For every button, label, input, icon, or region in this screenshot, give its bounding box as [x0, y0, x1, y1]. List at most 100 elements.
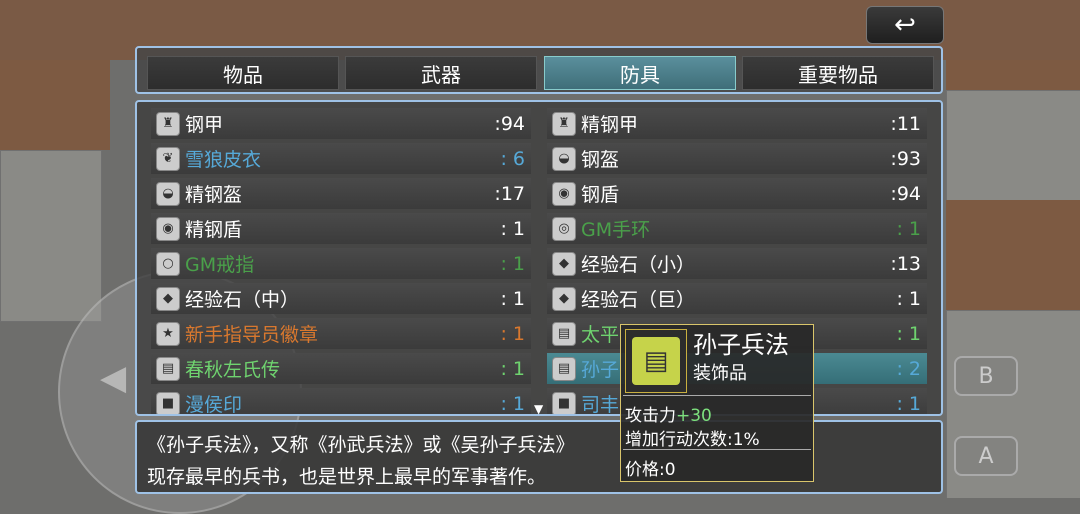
tooltip-divider — [623, 395, 811, 396]
b-button[interactable]: B — [954, 356, 1018, 396]
ring-icon: ○ — [156, 251, 180, 276]
inventory-item-row[interactable]: ▤ 春秋左氏传: 1 — [151, 353, 531, 384]
tooltip-type: 装饰品 — [693, 363, 747, 384]
background-tile — [0, 150, 102, 322]
stat-attack: 攻击力+30 — [625, 401, 712, 426]
armor-icon: ♜ — [552, 111, 576, 136]
item-count: : 1 — [500, 357, 525, 380]
item-name: 经验石（巨） — [581, 289, 696, 311]
badge-icon: ★ — [156, 321, 180, 346]
book-icon: ▤ — [156, 356, 180, 381]
shield-icon: ◉ — [156, 216, 180, 241]
inventory-item-row[interactable]: ◆ 经验石（巨） : 1 — [547, 283, 927, 314]
exp-stone-icon: ◆ — [552, 251, 576, 276]
background-wood — [946, 200, 1080, 310]
description-line-2: 现存最早的兵书，也是世界上最早的军事著作。 — [147, 466, 547, 488]
inventory-item-row[interactable]: ◆ 经验石（中） : 1 — [151, 283, 531, 314]
book-icon: ▤ — [552, 356, 576, 381]
exp-stone-icon: ◆ — [552, 286, 576, 311]
seal-icon: ■ — [156, 391, 180, 414]
seal-icon: ■ — [552, 391, 576, 414]
item-count: :94 — [494, 112, 525, 135]
helmet-icon: ◒ — [552, 146, 576, 171]
item-count: : 1 — [500, 392, 525, 415]
tooltip-title: 孙子兵法 — [693, 331, 789, 359]
item-count: :13 — [890, 252, 921, 275]
back-button[interactable]: ↩ — [866, 6, 944, 44]
tab-key-items[interactable]: 重要物品 — [742, 56, 934, 90]
item-count: : 1 — [896, 287, 921, 310]
inventory-item-row[interactable]: ◒ 精钢盔 :17 — [151, 178, 531, 209]
inventory-item-row[interactable]: ◉ 精钢盾 : 1 — [151, 213, 531, 244]
item-name: GM手环 — [581, 219, 651, 241]
item-count: :17 — [494, 182, 525, 205]
fur-coat-icon: ❦ — [156, 146, 180, 171]
item-name: 经验石（小） — [581, 254, 696, 276]
scroll-down-icon[interactable]: ▼ — [534, 402, 543, 416]
tab-items[interactable]: 物品 — [147, 56, 339, 90]
inventory-item-row[interactable]: ♜ 精钢甲 :11 — [547, 108, 927, 139]
item-count: : 1 — [896, 217, 921, 240]
item-count: : 1 — [896, 322, 921, 345]
description-line-1: 《孙子兵法》，又称《孙武兵法》或《吴孙子兵法》 — [147, 434, 575, 456]
stat-price-label: 价格: — [625, 460, 665, 480]
inventory-list: ♜ 钢甲:94 ❦ 雪狼皮衣: 6 ◒ 精钢盔:17 ◉ 精钢盾: 1 ○ GM戒指: 1 ◆ 经验石… — [135, 100, 943, 416]
item-name: 钢甲 — [185, 114, 224, 136]
inventory-item-row[interactable]: ★ 新手指导员徽章 : 1 — [151, 318, 531, 349]
item-description-panel: 《孙子兵法》，又称《孙武兵法》或《吴孙子兵法》 现存最早的兵书，也是世界上最早的… — [135, 420, 943, 494]
tab-weapons[interactable]: 武器 — [345, 56, 537, 90]
item-name: 精钢盔 — [185, 184, 243, 206]
stat-price-value: 0 — [664, 460, 676, 480]
exp-stone-icon: ◆ — [156, 286, 180, 311]
a-button[interactable]: A — [954, 436, 1018, 476]
stat-attack-label: 攻击力 — [625, 406, 676, 426]
inventory-item-row[interactable]: ■ 漫侯印 : 1 — [151, 388, 531, 416]
background-wood — [0, 60, 110, 150]
background-wood — [946, 60, 1080, 90]
book-icon: ▤ — [552, 321, 576, 346]
item-count: :93 — [890, 147, 921, 170]
item-name: 钢盾 — [581, 184, 620, 206]
item-name: 经验石（中） — [185, 289, 300, 311]
item-name: 雪狼皮衣 — [185, 149, 262, 171]
item-count: : 2 — [896, 357, 921, 380]
tooltip-divider — [623, 449, 811, 450]
armor-icon: ♜ — [156, 111, 180, 136]
item-name: 钢盔 — [581, 149, 620, 171]
item-tooltip: ▤ 孙子兵法 装饰品 攻击力+30 增加行动次数:1% 价格:0 — [620, 324, 814, 482]
inventory-item-row[interactable]: ◒ 钢盔 :93 — [547, 143, 927, 174]
item-count: : 1 — [500, 287, 525, 310]
background-tile — [946, 90, 1080, 202]
item-count: :11 — [890, 112, 921, 135]
item-name: 漫侯印 — [185, 394, 243, 416]
category-tabs: 物品 武器 防具 重要物品 — [135, 46, 943, 94]
stat-price: 价格:0 — [625, 455, 676, 480]
item-name: 精钢甲 — [581, 114, 639, 136]
inventory-item-row[interactable]: ❦ 雪狼皮衣 : 6 — [151, 143, 531, 174]
stat-attack-value: +30 — [676, 406, 712, 426]
inventory-item-row[interactable]: ○ GM戒指 : 1 — [151, 248, 531, 279]
item-name: 新手指导员徽章 — [185, 324, 319, 346]
tab-armor[interactable]: 防具 — [544, 56, 736, 90]
item-count: : 6 — [500, 147, 525, 170]
item-count: :94 — [890, 182, 921, 205]
helmet-icon: ◒ — [156, 181, 180, 206]
item-count: : 1 — [500, 322, 525, 345]
book-icon: ▤ — [632, 337, 680, 385]
item-count: : 1 — [500, 217, 525, 240]
stat-actions-label: 增加行动次数: — [625, 430, 733, 450]
joystick-left-arrow-icon: ◀ — [100, 358, 127, 398]
item-image: ▤ — [625, 329, 687, 393]
inventory-item-row[interactable]: ◎ GM手环 : 1 — [547, 213, 927, 244]
inventory-item-row[interactable]: ◆ 经验石（小） :13 — [547, 248, 927, 279]
stat-actions: 增加行动次数:1% — [625, 425, 760, 450]
inventory-item-row[interactable]: ◉ 钢盾 :94 — [547, 178, 927, 209]
bracelet-icon: ◎ — [552, 216, 576, 241]
return-arrow-icon: ↩ — [894, 10, 916, 40]
shield-icon: ◉ — [552, 181, 576, 206]
item-name: 精钢盾 — [185, 219, 243, 241]
inventory-item-row[interactable]: ♜ 钢甲 :94 — [151, 108, 531, 139]
item-count: : 1 — [896, 392, 921, 415]
item-name: GM戒指 — [185, 254, 255, 276]
item-count: : 1 — [500, 252, 525, 275]
